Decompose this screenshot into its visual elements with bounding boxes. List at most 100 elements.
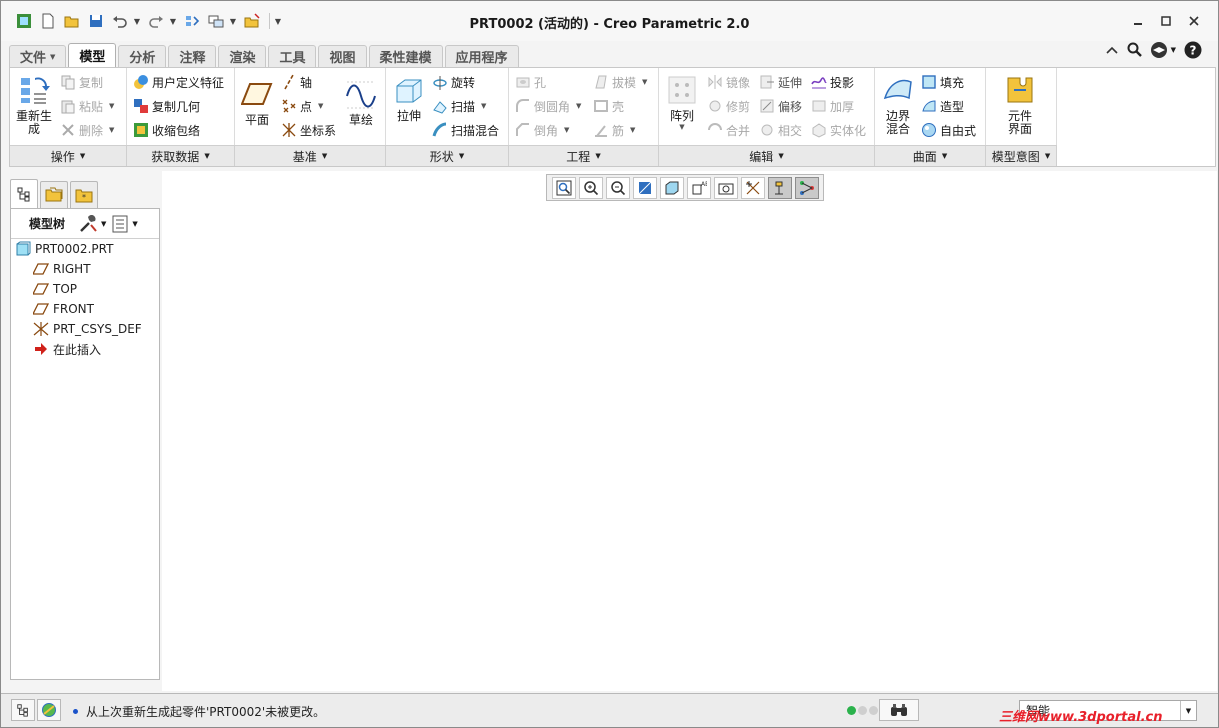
axis-button[interactable]: 轴 (281, 72, 312, 92)
tree-node-front[interactable]: FRONT (33, 299, 94, 319)
extrude-button[interactable]: 拉伸 (390, 74, 428, 123)
delete-button[interactable]: 删除 ▼ (60, 120, 114, 140)
app-icon[interactable] (13, 11, 35, 31)
udf-button[interactable]: 用户定义特征 (133, 72, 224, 92)
tab-folder-browser[interactable] (40, 181, 68, 208)
shell-button[interactable]: 壳 (593, 96, 624, 116)
find-button[interactable] (879, 699, 919, 721)
collapse-ribbon-icon[interactable] (1106, 45, 1118, 55)
copy-button[interactable]: 复制 (60, 72, 103, 92)
tree-settings-icon[interactable] (79, 214, 97, 233)
redo-dropdown-icon[interactable]: ▼ (169, 17, 177, 26)
spin-center-button[interactable] (767, 176, 792, 199)
group-footer-shapes[interactable]: 形状 ▼ (386, 145, 509, 166)
thicken-button[interactable]: 加厚 (811, 96, 854, 116)
pattern-button[interactable]: 阵列 ▼ (663, 74, 701, 131)
datum-display-button[interactable] (740, 176, 765, 199)
tab-tools[interactable]: 工具 (268, 45, 317, 67)
zoom-out-button[interactable] (605, 176, 630, 199)
chevron-down-icon[interactable]: ▼ (132, 220, 137, 228)
tab-file[interactable]: 文件 ▼ (9, 45, 67, 67)
refit-button[interactable] (551, 176, 576, 199)
undo-dropdown-icon[interactable]: ▼ (133, 17, 141, 26)
learning-icon[interactable]: ▼ (1150, 41, 1176, 59)
trim-button[interactable]: 修剪 (707, 96, 750, 116)
tree-node-csys[interactable]: PRT_CSYS_DEF (33, 319, 142, 339)
group-footer-operations[interactable]: 操作 ▼ (10, 145, 127, 166)
undo-icon[interactable] (109, 11, 131, 31)
intersect-button[interactable]: 相交 (759, 120, 802, 140)
windows-icon[interactable] (205, 11, 227, 31)
hole-button[interactable]: 孔 (515, 72, 546, 92)
group-footer-editing[interactable]: 编辑 ▼ (659, 145, 875, 166)
tab-render[interactable]: 渲染 (218, 45, 267, 67)
toggle-browser-button[interactable] (37, 699, 61, 721)
boundary-blend-button[interactable]: 边界混合 (879, 74, 917, 136)
chevron-down-icon[interactable]: ▼ (101, 220, 106, 228)
copy-geometry-button[interactable]: 复制几何 (133, 96, 200, 116)
component-interface-button[interactable]: 元件界面 (1000, 74, 1040, 136)
draft-button[interactable]: 拔模 ▼ (593, 72, 647, 92)
swept-blend-button[interactable]: 扫描混合 (432, 120, 499, 140)
search-icon[interactable] (1126, 42, 1142, 58)
new-icon[interactable] (37, 11, 59, 31)
plane-button[interactable]: 平面 (239, 78, 275, 127)
mirror-button[interactable]: 镜像 (707, 72, 750, 92)
tree-columns-icon[interactable] (112, 215, 128, 233)
tab-view[interactable]: 视图 (318, 45, 367, 67)
graphics-window[interactable] (162, 171, 1217, 691)
zoom-in-button[interactable] (578, 176, 603, 199)
sketch-button[interactable]: 草绘 (343, 78, 379, 127)
paste-button[interactable]: 粘贴 ▼ (60, 96, 114, 116)
round-button[interactable]: 倒圆角 ▼ (515, 96, 581, 116)
tab-model-tree[interactable] (10, 179, 38, 208)
chevron-down-icon[interactable]: ▼ (1180, 701, 1196, 720)
csys-button[interactable]: 坐标系 (281, 120, 336, 140)
rib-button[interactable]: 筋 ▼ (593, 120, 635, 140)
help-icon[interactable]: ? (1184, 41, 1202, 59)
close-button[interactable] (1180, 11, 1208, 31)
maximize-button[interactable] (1152, 11, 1180, 31)
merge-button[interactable]: 合并 (707, 120, 750, 140)
open-icon[interactable] (61, 11, 83, 31)
minimize-button[interactable] (1124, 11, 1152, 31)
shrinkwrap-button[interactable]: 收缩包络 (133, 120, 200, 140)
project-button[interactable]: 投影 (811, 72, 854, 92)
offset-button[interactable]: 偏移 (759, 96, 802, 116)
tree-node-part[interactable]: PRT0002.PRT (15, 239, 113, 259)
tree-node-right[interactable]: RIGHT (33, 259, 91, 279)
tab-favorites[interactable]: * (70, 181, 98, 208)
annotation-display-button[interactable] (794, 176, 819, 199)
regenerate-icon[interactable] (181, 11, 203, 31)
save-icon[interactable] (85, 11, 107, 31)
regenerate-button[interactable]: 重新生成 (14, 74, 54, 136)
toggle-navigator-button[interactable] (11, 699, 35, 721)
repaint-button[interactable] (632, 176, 657, 199)
revolve-button[interactable]: 旋转 (432, 72, 475, 92)
tab-flexible-modeling[interactable]: 柔性建模 (368, 45, 443, 67)
group-footer-model-intent[interactable]: 模型意图 ▼ (986, 145, 1057, 166)
saved-orientations-button[interactable]: AB (686, 176, 711, 199)
display-style-button[interactable] (659, 176, 684, 199)
tab-analysis[interactable]: 分析 (118, 45, 167, 67)
tab-applications[interactable]: 应用程序 (444, 45, 519, 67)
windows-dropdown-icon[interactable]: ▼ (229, 17, 237, 26)
tree-node-top[interactable]: TOP (33, 279, 77, 299)
group-footer-surfaces[interactable]: 曲面 ▼ (875, 145, 986, 166)
group-footer-engineering[interactable]: 工程 ▼ (509, 145, 659, 166)
tab-annotate[interactable]: 注释 (168, 45, 217, 67)
sweep-button[interactable]: 扫描 ▼ (432, 96, 486, 116)
close-window-icon[interactable] (241, 11, 263, 31)
tree-node-insert-here[interactable]: 在此插入 (33, 339, 101, 359)
solidify-button[interactable]: 实体化 (811, 120, 866, 140)
chamfer-button[interactable]: 倒角 ▼ (515, 120, 569, 140)
extend-button[interactable]: 延伸 (759, 72, 802, 92)
point-button[interactable]: 点 ▼ (281, 96, 323, 116)
redo-icon[interactable] (145, 11, 167, 31)
style-button[interactable]: 造型 (921, 96, 964, 116)
freestyle-button[interactable]: 自由式 (921, 120, 976, 140)
fill-button[interactable]: 填充 (921, 72, 964, 92)
view-manager-button[interactable] (713, 176, 738, 199)
tab-model[interactable]: 模型 (68, 43, 117, 67)
group-footer-datum[interactable]: 基准 ▼ (235, 145, 386, 166)
